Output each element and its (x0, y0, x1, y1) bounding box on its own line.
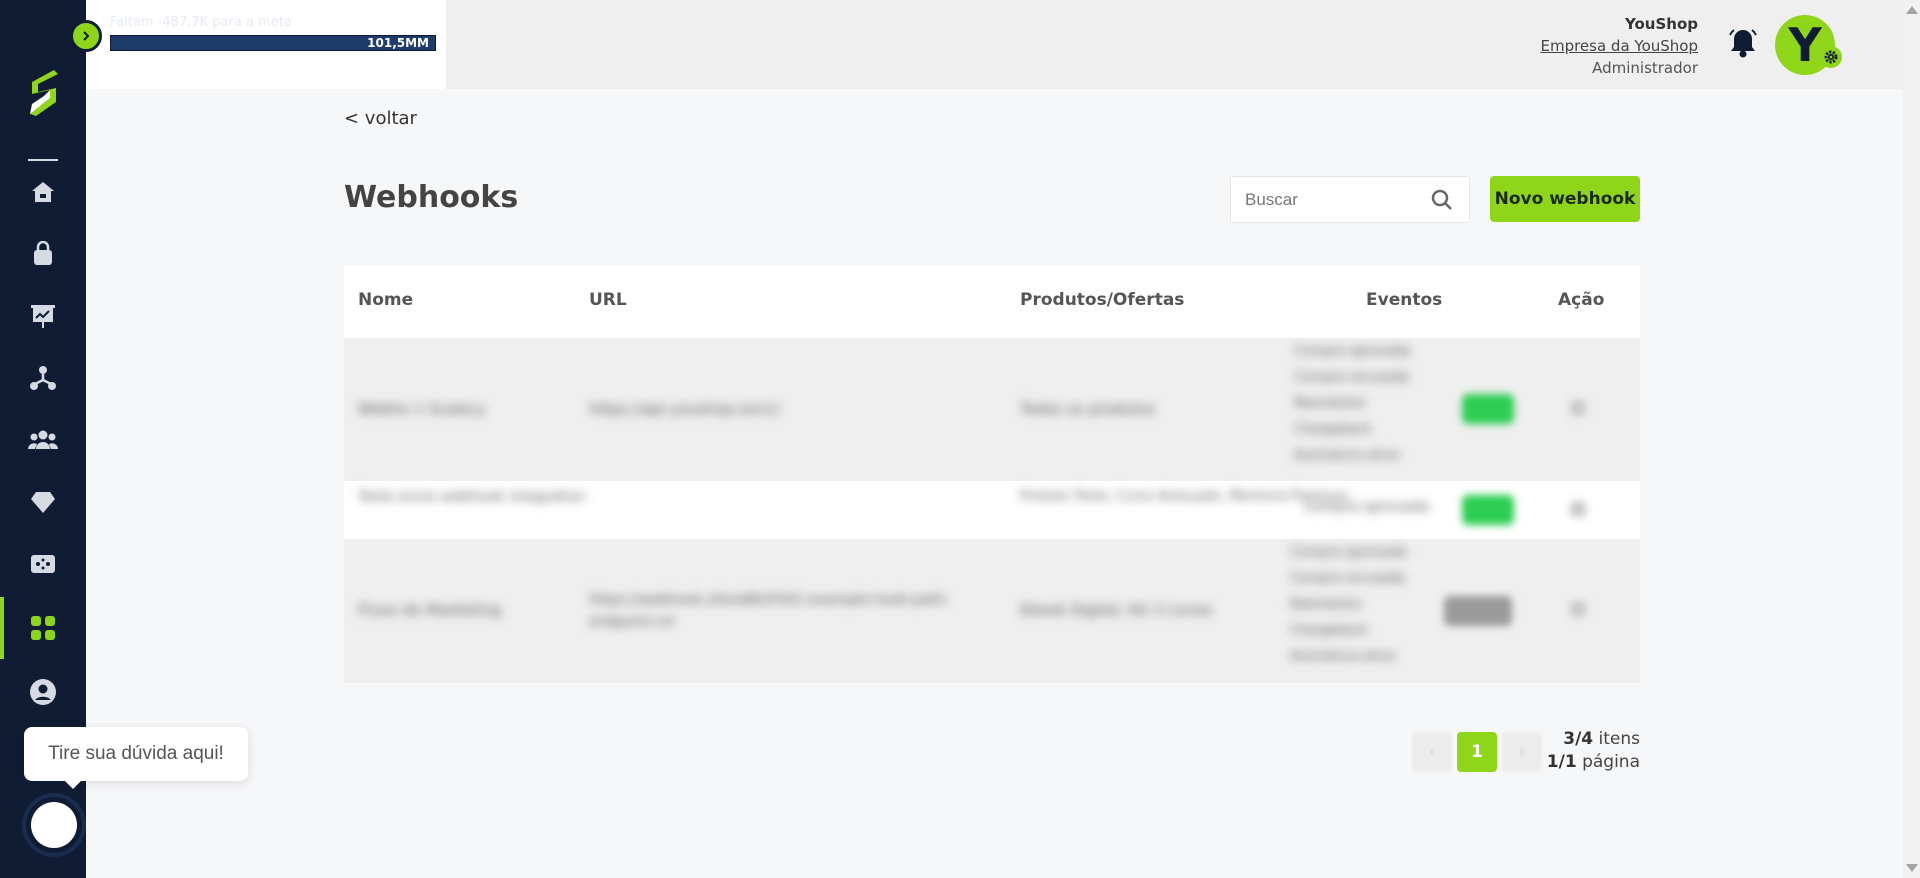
top-header: YouShop Empresa da YouShop Administrador… (446, 0, 1920, 89)
sidebar-item-account[interactable] (0, 661, 86, 723)
webhooks-table: Nome URL Produtos/Ofertas Eventos Ação W… (344, 266, 1640, 683)
table-row[interactable]: Fluxo de Marketing https://webhook.site/… (344, 539, 1640, 683)
webhook-event: Assinatura ativa (1290, 649, 1396, 664)
shopping-bag-icon (34, 241, 52, 265)
webhook-event: Compra aprovada (1294, 344, 1411, 359)
webhook-event: Compra recusada (1294, 370, 1409, 385)
pagination-next-button[interactable]: › (1502, 732, 1542, 772)
network-icon (30, 366, 56, 390)
youshop-logo[interactable] (24, 68, 62, 122)
new-webhook-button[interactable]: Novo webhook (1490, 176, 1640, 222)
user-name: YouShop (1625, 15, 1698, 33)
sidebar-item-premium[interactable] (0, 471, 86, 533)
status-badge (1462, 394, 1514, 424)
goal-progress-bar: 101,5MM (110, 35, 436, 51)
presentation-chart-icon (31, 305, 55, 328)
webhook-event: Chargeback (1290, 623, 1368, 638)
row-action-button[interactable] (1570, 400, 1586, 416)
sidebar-item-coupons[interactable] (0, 533, 86, 595)
webhook-event: Assinatura ativa (1294, 448, 1400, 463)
table-row[interactable]: Webho 1 Scalecy https://api.youshop.io/v… (344, 338, 1640, 481)
sidebar-item-affiliates[interactable] (0, 347, 86, 409)
search-input[interactable] (1245, 177, 1425, 222)
column-header-products: Produtos/Ofertas (1020, 290, 1185, 310)
pagination-prev-button[interactable]: ‹ (1412, 732, 1452, 772)
items-label: itens (1598, 729, 1640, 749)
help-chat-button[interactable] (26, 797, 82, 853)
sales-goal-panel: Faltam -487,7K para a meta 101,5MM (86, 0, 446, 89)
sidebar-expand-button[interactable] (70, 20, 102, 52)
search-icon[interactable] (1431, 189, 1453, 211)
column-header-url: URL (589, 290, 627, 310)
items-count: 3/4 (1563, 729, 1594, 749)
webhook-products: Todos os produtos (1020, 400, 1156, 418)
chat-icon (31, 802, 77, 848)
scroll-down-arrow[interactable] (1906, 864, 1918, 872)
table-row[interactable]: Teste envio webhook integration Produto … (344, 481, 1640, 539)
webhook-products: Ebook Digital, Kit 3 Livros (1020, 601, 1213, 619)
company-link[interactable]: Empresa da YouShop (1540, 35, 1698, 57)
search-box (1230, 176, 1470, 223)
notifications-button[interactable] (1728, 27, 1758, 63)
row-action-button[interactable] (1570, 501, 1586, 517)
page-label: página (1582, 752, 1640, 772)
back-link[interactable]: < voltar (344, 108, 417, 129)
webhook-event: Compra recusada (1290, 571, 1405, 586)
user-info: YouShop Empresa da YouShop Administrador (1540, 13, 1698, 79)
users-icon (28, 430, 58, 449)
webhook-name: Teste envio webhook integration (358, 489, 586, 505)
row-action-button[interactable] (1570, 601, 1586, 617)
column-header-name: Nome (358, 290, 414, 310)
home-icon (32, 182, 54, 202)
pagination-page-1[interactable]: 1 (1457, 732, 1497, 772)
column-header-events: Eventos (1366, 290, 1443, 310)
status-badge (1444, 596, 1512, 626)
webhook-products: Produto Teste, Curso Avançado, Mentoria … (1020, 489, 1349, 504)
user-circle-icon (30, 679, 56, 705)
pagination-info: 3/4 itens 1/1 página (1547, 728, 1640, 774)
status-badge (1462, 495, 1514, 525)
goal-progress-label: 101,5MM (367, 36, 429, 50)
sidebar-item-home[interactable] (0, 161, 86, 223)
goal-remaining-text: Faltam -487,7K para a meta (110, 15, 292, 30)
webhook-event: Reembolso (1294, 396, 1366, 411)
diamond-icon (31, 492, 55, 513)
bell-icon (1729, 29, 1757, 58)
webhook-url: https://webhook.site/a8b2f3d1-example-ho… (589, 592, 951, 630)
sidebar-item-apps[interactable] (0, 597, 86, 659)
vertical-scrollbar[interactable] (1903, 0, 1920, 878)
page-count: 1/1 (1546, 752, 1577, 772)
sidebar-item-store[interactable] (0, 223, 86, 285)
apps-grid-icon (31, 616, 55, 640)
webhook-event: Compra aprovada (1290, 545, 1407, 560)
chevron-right-icon (83, 31, 90, 41)
webhook-event: Compra aprovada (1304, 499, 1430, 515)
sidebar-item-reports[interactable] (0, 285, 86, 347)
webhook-url: https://api.youshop.io/v1/ (589, 400, 781, 418)
user-role: Administrador (1592, 59, 1698, 77)
webhook-name: Fluxo de Marketing (358, 601, 501, 619)
sidebar-item-customers[interactable] (0, 409, 86, 471)
ticket-icon (31, 555, 55, 573)
webhook-event: Reembolso (1290, 597, 1362, 612)
webhook-event: Chargeback (1294, 422, 1372, 437)
help-bubble[interactable]: Tire sua dúvida aqui! (24, 727, 248, 789)
webhook-name: Webho 1 Scalecy (358, 400, 486, 418)
scroll-up-arrow[interactable] (1906, 6, 1918, 14)
gear-icon (1824, 50, 1838, 64)
column-header-action: Ação (1558, 290, 1605, 310)
table-header: Nome URL Produtos/Ofertas Eventos Ação (344, 266, 1640, 338)
page-title: Webhooks (344, 180, 519, 215)
settings-button[interactable] (1820, 46, 1842, 68)
